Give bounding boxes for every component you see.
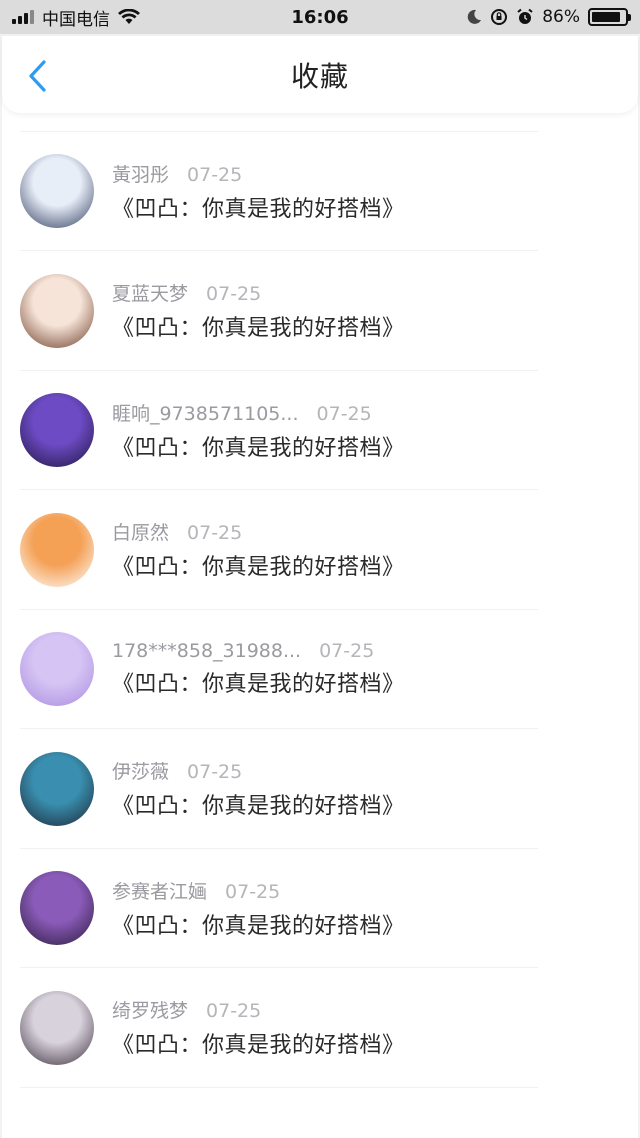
status-left: 中国电信 — [12, 5, 140, 30]
battery-fill — [592, 12, 620, 22]
signal-icon — [12, 10, 34, 24]
user-name: 参赛者江婳 — [112, 880, 208, 903]
alarm-icon — [517, 8, 533, 24]
item-text: 夏蓝天梦 07-25 《凹凸：你真是我的好搭档》 — [112, 279, 405, 342]
item-text: 178***858_31988... 07-25 《凹凸：你真是我的好搭档》 — [112, 640, 405, 698]
favorites-list: 《凹凸：你真是我的好搭档》黃羽彤 07-25 《凹凸：你真是我的好搭档》夏蓝天梦 07… — [2, 100, 638, 1088]
avatar[interactable] — [20, 632, 94, 707]
item-message: 《凹凸：你真是我的好搭档》 — [112, 196, 405, 222]
item-text: 黃羽彤 07-25 《凹凸：你真是我的好搭档》 — [112, 160, 405, 223]
item-message: 《凹凸：你真是我的好搭档》 — [112, 435, 405, 461]
avatar[interactable] — [20, 154, 94, 229]
item-meta: 参赛者江婳 07-25 — [112, 877, 405, 904]
user-name: 白原然 — [112, 522, 170, 545]
user-name: 黃羽彤 — [112, 163, 170, 186]
list-item[interactable]: 178***858_31988... 07-25 《凹凸：你真是我的好搭档》 — [2, 610, 638, 730]
avatar[interactable] — [20, 393, 94, 468]
item-message: 《凹凸：你真是我的好搭档》 — [112, 1033, 405, 1059]
wifi-icon — [118, 9, 140, 24]
status-right: 86% — [466, 7, 631, 27]
list-item[interactable]: 夏蓝天梦 07-25 《凹凸：你真是我的好搭档》 — [2, 251, 638, 371]
item-meta: 伊莎薇 07-25 — [112, 757, 405, 784]
item-date: 07-25 — [187, 522, 243, 545]
item-meta: 白原然 07-25 — [112, 518, 405, 545]
item-meta: 夏蓝天梦 07-25 — [112, 279, 405, 306]
avatar[interactable] — [20, 990, 94, 1065]
avatar[interactable] — [20, 871, 94, 946]
item-date: 07-25 — [206, 1000, 262, 1023]
item-date: 07-25 — [206, 283, 262, 306]
user-name: 伊莎薇 — [112, 761, 170, 784]
nav-header: 收藏 — [2, 36, 638, 113]
item-message: 《凹凸：你真是我的好搭档》 — [112, 913, 405, 939]
item-meta: 黃羽彤 07-25 — [112, 160, 405, 187]
item-message: 《凹凸：你真是我的好搭档》 — [112, 794, 405, 820]
item-text: 睚响_9738571105... 07-25 《凹凸：你真是我的好搭档》 — [112, 399, 405, 462]
item-meta: 178***858_31988... 07-25 — [112, 640, 405, 662]
avatar[interactable] — [20, 751, 94, 826]
item-meta: 睚响_9738571105... 07-25 — [112, 399, 405, 426]
list-item[interactable]: 白原然 07-25 《凹凸：你真是我的好搭档》 — [2, 490, 638, 610]
avatar[interactable] — [20, 512, 94, 587]
list-item[interactable]: 伊莎薇 07-25 《凹凸：你真是我的好搭档》 — [2, 729, 638, 849]
moon-icon — [467, 9, 482, 24]
chevron-left-icon — [29, 60, 46, 92]
user-name: 夏蓝天梦 — [112, 283, 189, 306]
item-date: 07-25 — [187, 163, 243, 186]
item-message: 《凹凸：你真是我的好搭档》 — [112, 555, 405, 581]
battery-icon — [588, 8, 631, 26]
avatar[interactable] — [20, 273, 94, 348]
item-date: 07-25 — [319, 640, 375, 663]
battery-percent: 86% — [542, 7, 580, 27]
list-item[interactable]: 参赛者江婳 07-25 《凹凸：你真是我的好搭档》 — [2, 849, 638, 969]
user-name: 178***858_31988... — [112, 640, 302, 663]
back-button[interactable] — [20, 58, 56, 94]
list-item[interactable]: 绮罗残梦 07-25 《凹凸：你真是我的好搭档》 — [2, 968, 638, 1088]
user-name: 睚响_9738571105... — [112, 402, 299, 425]
item-text: 参赛者江婳 07-25 《凹凸：你真是我的好搭档》 — [112, 877, 405, 940]
orientation-lock-icon — [491, 9, 508, 25]
list-item[interactable]: 睚响_9738571105... 07-25 《凹凸：你真是我的好搭档》 — [2, 371, 638, 491]
item-text: 白原然 07-25 《凹凸：你真是我的好搭档》 — [112, 518, 405, 581]
favorites-list-card: 《凹凸：你真是我的好搭档》黃羽彤 07-25 《凹凸：你真是我的好搭档》夏蓝天梦 07… — [2, 100, 638, 1138]
item-date: 07-25 — [316, 402, 372, 425]
item-message: 《凹凸：你真是我的好搭档》 — [112, 316, 405, 342]
item-date: 07-25 — [225, 880, 281, 903]
list-item[interactable]: 黃羽彤 07-25 《凹凸：你真是我的好搭档》 — [2, 132, 638, 252]
item-message: 《凹凸：你真是我的好搭档》 — [112, 672, 405, 698]
user-name: 绮罗残梦 — [112, 1000, 189, 1023]
item-text: 绮罗残梦 07-25 《凹凸：你真是我的好搭档》 — [112, 996, 405, 1059]
carrier-label: 中国电信 — [42, 9, 110, 30]
item-date: 07-25 — [187, 761, 243, 784]
item-text: 伊莎薇 07-25 《凹凸：你真是我的好搭档》 — [112, 757, 405, 820]
page-title: 收藏 — [290, 59, 349, 93]
item-meta: 绮罗残梦 07-25 — [112, 996, 405, 1023]
status-bar: 中国电信 16:06 86% — [0, 0, 640, 34]
